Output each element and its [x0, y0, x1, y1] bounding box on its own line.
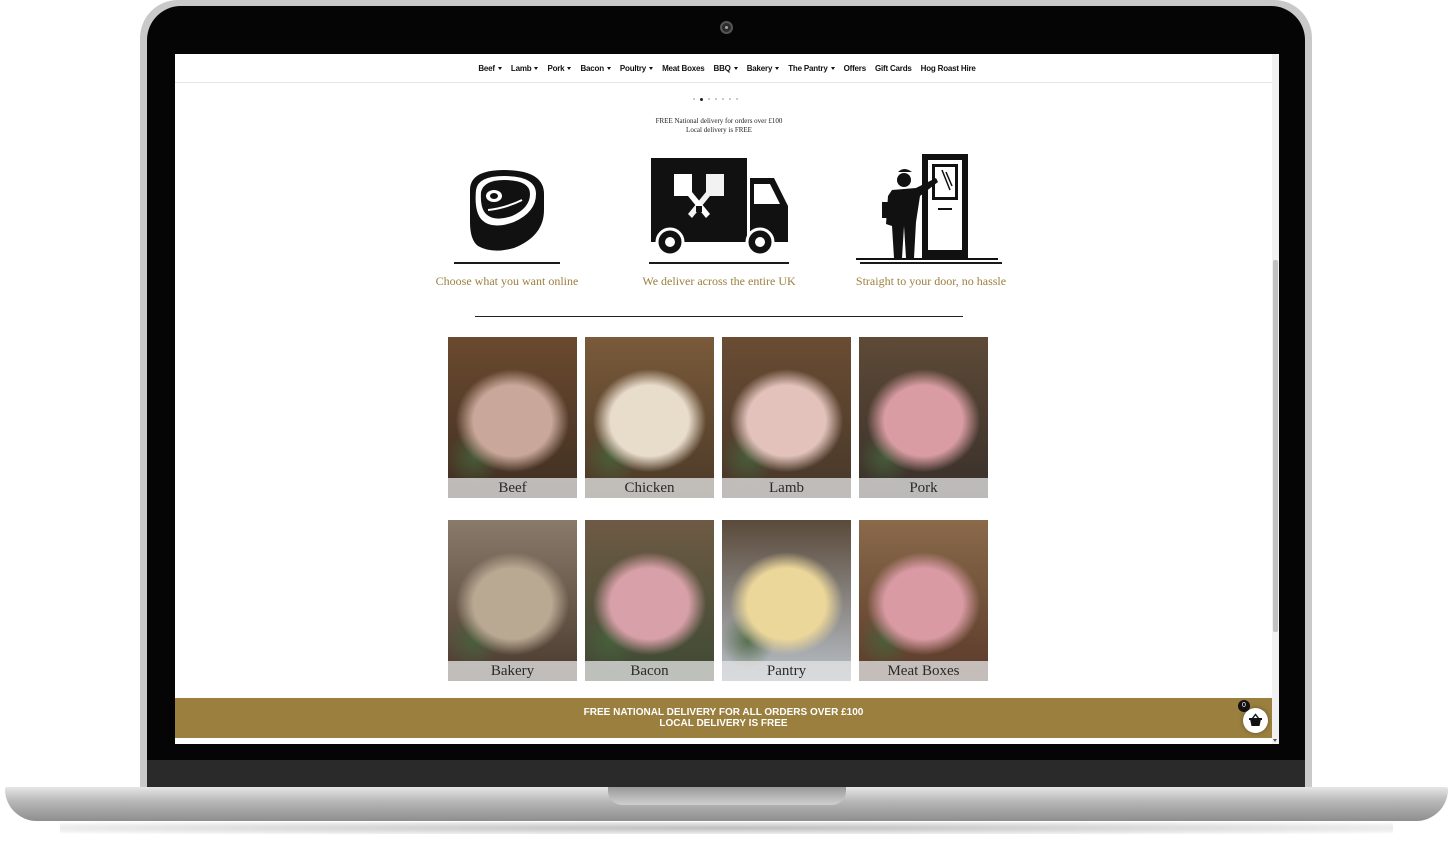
nav-item-poultry[interactable]: Poultry	[619, 63, 654, 73]
caret-down-icon	[606, 66, 611, 70]
nav-item-label: Bacon	[580, 63, 604, 73]
caret-down-icon	[497, 66, 502, 70]
nav-item-bakery[interactable]: Bakery	[747, 64, 780, 73]
category-tile-pork[interactable]: Pork	[859, 337, 988, 498]
nav-item-lamb[interactable]: Lamb	[511, 64, 539, 73]
category-image	[722, 337, 851, 498]
cart-count-badge: 0	[1238, 700, 1250, 712]
feature-caption: Choose what you want online	[435, 274, 579, 288]
category-image	[448, 520, 577, 681]
caret-down-icon	[649, 66, 654, 70]
nav-item-label: Hog Roast Hire	[920, 63, 976, 73]
feature-underline	[860, 262, 1002, 264]
category-label: Meat Boxes	[887, 663, 960, 679]
nav-item-the-pantry[interactable]: The Pantry	[788, 63, 835, 73]
nav-item-gift-cards[interactable]: Gift Cards	[875, 64, 912, 73]
banner-line-local: LOCAL DELIVERY IS FREE	[659, 718, 788, 729]
promo-line-local: Local delivery is FREE	[686, 126, 752, 134]
scrollbar[interactable]	[1272, 54, 1279, 744]
cart-button[interactable]	[1243, 708, 1268, 733]
slider-dot[interactable]	[708, 98, 710, 100]
category-tile-bakery[interactable]: Bakery	[448, 520, 577, 681]
delivery-banner: FREE NATIONAL DELIVERY FOR ALL ORDERS OV…	[175, 698, 1272, 738]
category-image	[585, 520, 714, 681]
slider-dot[interactable]	[700, 97, 703, 101]
slider-dot[interactable]	[693, 98, 695, 100]
section-divider	[475, 316, 963, 317]
nav-item-label: Lamb	[510, 63, 532, 73]
nav-item-label: Bakery	[746, 63, 773, 73]
category-tile-lamb[interactable]: Lamb	[722, 337, 851, 498]
nav-item-label: Gift Cards	[874, 63, 912, 73]
feature-doorstep: Straight to your door, no hassle	[846, 150, 1016, 289]
category-tile-bacon[interactable]: Bacon	[585, 520, 714, 681]
nav-item-bacon[interactable]: Bacon	[580, 63, 611, 73]
laptop-chin	[147, 760, 1305, 788]
category-tile-pantry[interactable]: Pantry	[722, 520, 851, 681]
category-label: Lamb	[769, 480, 804, 496]
steak-icon	[470, 170, 544, 251]
nav-item-beef[interactable]: Beef	[478, 64, 502, 73]
caret-down-icon	[567, 66, 572, 70]
category-image	[859, 337, 988, 498]
feature-choose-online: Choose what you want online	[422, 150, 592, 289]
category-label: Pantry	[766, 663, 807, 679]
category-image	[585, 337, 714, 498]
category-label: Bacon	[630, 663, 669, 679]
promo-text: FREE National delivery for orders over £…	[605, 117, 833, 135]
banner-line-national: FREE NATIONAL DELIVERY FOR ALL ORDERS OV…	[583, 707, 864, 718]
nav-item-label: Pork	[547, 63, 565, 73]
category-image	[448, 337, 577, 498]
browser-viewport: Beef Lamb Pork Bacon Poultry Meat Boxes BBQ Bak…	[175, 54, 1279, 744]
scroll-down-arrow-icon[interactable]	[1273, 739, 1277, 742]
category-label: Chicken	[624, 480, 675, 496]
scrollbar-thumb[interactable]	[1273, 260, 1278, 632]
slider-dot[interactable]	[715, 98, 717, 100]
nav-item-meat-boxes[interactable]: Meat Boxes	[662, 63, 705, 73]
slider-dot[interactable]	[722, 98, 724, 100]
nav-item-label: BBQ	[713, 63, 731, 73]
category-label: Pork	[909, 480, 938, 496]
slider-dot[interactable]	[736, 98, 738, 100]
caret-down-icon	[830, 66, 835, 70]
slider-dots	[693, 97, 738, 101]
category-image	[859, 520, 988, 681]
caret-down-icon	[775, 66, 780, 70]
webcam-icon	[720, 21, 733, 34]
caret-down-icon	[534, 66, 539, 70]
category-label: Beef	[498, 480, 527, 496]
feature-underline	[649, 262, 789, 264]
nav-item-offers[interactable]: Offers	[843, 63, 867, 73]
nav-item-pork[interactable]: Pork	[547, 63, 572, 73]
nav-item-hog-roast-hire[interactable]: Hog Roast Hire	[921, 64, 976, 73]
slider-dot[interactable]	[729, 98, 731, 100]
laptop-notch	[608, 787, 846, 805]
feature-caption: Straight to your door, no hassle	[855, 274, 1007, 288]
doorstep-delivery-icon	[856, 154, 998, 260]
main-nav: Beef Lamb Pork Bacon Poultry Meat Boxes BBQ Bak…	[175, 54, 1279, 83]
category-image	[722, 520, 851, 681]
nav-item-label: The Pantry	[788, 63, 828, 73]
category-tile-chicken[interactable]: Chicken	[585, 337, 714, 498]
caret-down-icon	[733, 66, 738, 70]
feature-underline	[454, 262, 560, 264]
laptop-shadow	[60, 822, 1393, 834]
nav-item-label: Meat Boxes	[662, 63, 705, 73]
delivery-truck-icon	[651, 158, 788, 257]
category-label: Bakery	[490, 663, 535, 679]
category-tile-meat-boxes[interactable]: Meat Boxes	[859, 520, 988, 681]
nav-item-bbq[interactable]: BBQ	[714, 64, 738, 73]
promo-line-national: FREE National delivery for orders over £…	[655, 117, 783, 125]
basket-icon	[1249, 713, 1262, 726]
feature-uk-delivery: We deliver across the entire UK	[634, 150, 804, 289]
feature-caption: We deliver across the entire UK	[642, 274, 796, 288]
category-tile-beef[interactable]: Beef	[448, 337, 577, 498]
nav-item-label: Poultry	[619, 63, 647, 73]
nav-item-label: Offers	[843, 63, 867, 73]
nav-item-label: Beef	[478, 63, 495, 73]
